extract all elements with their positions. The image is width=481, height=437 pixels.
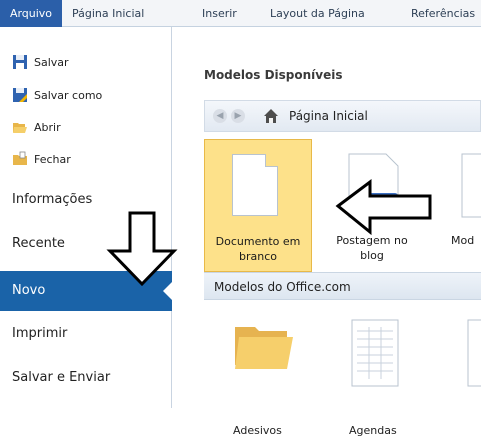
floppy-disk-icon [12, 54, 28, 70]
back-arrow-icon[interactable]: ◀ [213, 109, 227, 123]
forward-arrow-icon[interactable]: ▶ [231, 109, 245, 123]
template-label: Postagem no blog [336, 234, 408, 262]
home-icon[interactable] [263, 108, 279, 124]
template-label-adesivos: Adesivos [233, 424, 282, 437]
backstage-sidebar: Salvar Salvar como Abrir Fechar Informaç… [0, 27, 173, 408]
folder-adesivos-icon[interactable] [233, 319, 295, 371]
tab-inserir[interactable]: Inserir [202, 0, 237, 27]
blank-document-icon [232, 154, 278, 216]
nav-novo[interactable]: Novo [0, 271, 173, 311]
save-as-label: Salvar como [34, 88, 103, 102]
template-partial[interactable]: Mod [435, 139, 481, 272]
breadcrumb-home[interactable]: Página Inicial [289, 109, 368, 123]
save-command[interactable]: Salvar [12, 52, 69, 72]
available-templates-title: Modelos Disponíveis [204, 68, 343, 82]
partial-template-icon [467, 319, 481, 387]
template-label: Mod [451, 234, 475, 247]
blog-post-icon [348, 153, 399, 218]
close-label: Fechar [34, 152, 71, 166]
nav-salvar-e-enviar[interactable]: Salvar e Enviar [0, 358, 172, 398]
close-command[interactable]: Fechar [12, 149, 71, 169]
template-label: Documento em branco [215, 235, 301, 263]
folder-close-icon [12, 151, 28, 167]
save-label: Salvar [34, 55, 69, 69]
template-document-icon [461, 153, 481, 218]
templates-navigation-bar: ◀ ▶ Página Inicial [204, 100, 481, 132]
tab-arquivo[interactable]: Arquivo [0, 0, 62, 27]
save-as-command[interactable]: Salvar como [12, 85, 102, 105]
tab-pagina-inicial[interactable]: Página Inicial [72, 0, 144, 27]
tab-referencias[interactable]: Referências [411, 0, 475, 27]
open-label: Abrir [34, 120, 61, 134]
folder-open-icon [12, 119, 28, 135]
template-blank-document[interactable]: Documento em branco [204, 139, 312, 272]
nav-informacoes[interactable]: Informações [0, 180, 172, 220]
office-templates-section[interactable]: Modelos do Office.com [204, 272, 481, 300]
template-blog-post[interactable]: Postagem no blog [318, 139, 426, 272]
spreadsheet-template-icon[interactable] [351, 319, 401, 389]
open-command[interactable]: Abrir [12, 117, 61, 137]
nav-imprimir[interactable]: Imprimir [0, 314, 172, 354]
nav-recente[interactable]: Recente [0, 224, 172, 264]
templates-panel: Modelos Disponíveis ◀ ▶ Página Inicial D… [173, 27, 481, 437]
save-as-icon [12, 87, 28, 103]
ribbon-tabs: Arquivo Página Inicial Inserir Layout da… [0, 0, 481, 27]
tab-layout-da-pagina[interactable]: Layout da Página [270, 0, 365, 27]
template-label-agendas: Agendas [349, 424, 397, 437]
